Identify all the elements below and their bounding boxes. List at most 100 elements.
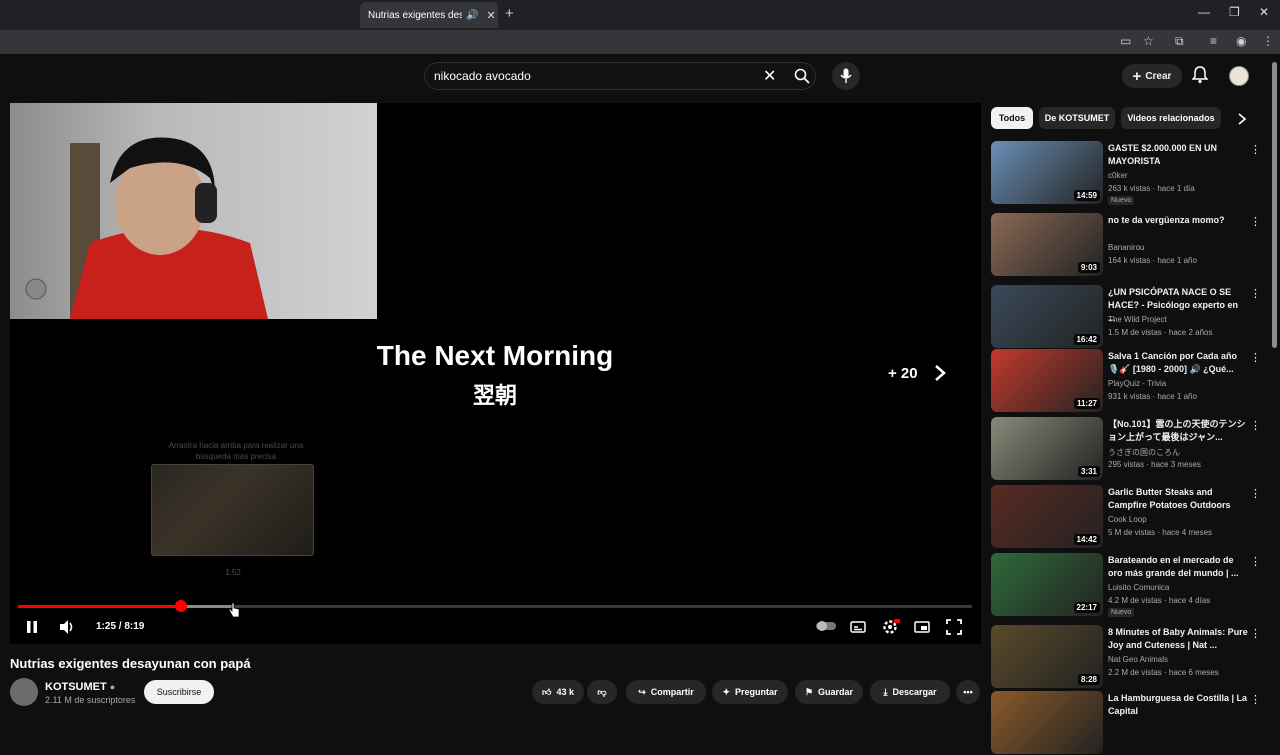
search-input[interactable]: nikocado avocado [434, 69, 531, 83]
save-button[interactable]: ⚑ Guardar [795, 680, 863, 704]
bookmark-star-icon[interactable]: ☆ [1143, 34, 1154, 48]
recommendation-title[interactable]: 【No.101】雲の上の天使のテンション上がって最後はジャン... [1108, 418, 1248, 444]
kebab-menu-icon[interactable]: ⋮ [1250, 287, 1261, 300]
kebab-menu-icon[interactable]: ⋮ [1250, 419, 1261, 432]
chip-videos-relacionados[interactable]: Videos relacionados [1121, 107, 1221, 129]
recommendation-meta: 263 k vistas · hace 1 día [1108, 184, 1195, 193]
recommendation-title[interactable]: La Hamburguesa de Costilla | La Capital [1108, 692, 1248, 718]
recommendation-card[interactable]: 16:42 ¿UN PSICÓPATA NACE O SE HACE? - Psi… [991, 285, 1261, 349]
restore-icon[interactable]: ❐ [1229, 5, 1240, 19]
channel-name[interactable]: KOTSUMET ● [45, 681, 115, 693]
video-duration: 22:17 [1073, 602, 1100, 613]
dislike-button[interactable]: 👎︎ [587, 680, 617, 704]
download-icon: ⤓ [883, 686, 888, 697]
fullscreen-icon[interactable] [945, 618, 963, 641]
video-duration: 3:31 [1077, 466, 1100, 477]
recommendation-title[interactable]: 8 Minutes of Baby Animals: Pure Joy and … [1108, 626, 1248, 652]
kebab-menu-icon[interactable]: ⋮ [1250, 555, 1261, 568]
kebab-menu-icon[interactable]: ⋮ [1250, 693, 1261, 706]
seek-preview-thumbnail [151, 464, 314, 556]
cast-icon[interactable]: ▭ [1120, 34, 1131, 48]
ask-button[interactable]: ✦ Preguntar [712, 680, 788, 704]
kebab-menu-icon[interactable]: ⋮ [1250, 627, 1261, 640]
recommendation-title[interactable]: no te da vergüenza momo? [1108, 214, 1248, 227]
recommendation-channel[interactable]: Bananirou [1108, 243, 1144, 252]
recommendation-title[interactable]: Salva 1 Canción por Cada año 🎙️🎸 [1980 -… [1108, 350, 1248, 376]
like-button[interactable]: 👍︎ 43 k [532, 680, 584, 704]
browser-menu-icon[interactable]: ⋮ [1262, 34, 1274, 48]
video-duration: 8:28 [1077, 674, 1100, 685]
media-control-icon[interactable]: ≡ [1210, 34, 1217, 48]
pause-button[interactable] [24, 618, 40, 641]
bookmark-icon: ⚑ [804, 686, 814, 697]
ask-label: Preguntar [735, 687, 778, 697]
tab-audio-icon[interactable]: 🔊 [466, 10, 478, 21]
chip-todos[interactable]: Todos [991, 107, 1033, 129]
notifications-bell-icon[interactable] [1191, 66, 1209, 89]
recommendation-channel[interactable]: PlayQuiz - Trivia [1108, 379, 1166, 388]
video-thumbnail[interactable] [991, 691, 1103, 754]
video-player[interactable] [10, 103, 981, 644]
recommendation-card[interactable]: La Hamburguesa de Costilla | La Capital ⋮ [991, 691, 1261, 755]
recommendation-card[interactable]: 9:03 no te da vergüenza momo? Bananirou 164… [991, 213, 1261, 277]
video-thumbnail[interactable]: 14:42 [991, 485, 1103, 548]
autoplay-toggle[interactable] [815, 619, 837, 638]
progress-scrubber[interactable] [175, 600, 187, 612]
recommendation-card[interactable]: 22:17 Barateando en el mercado de oro más… [991, 553, 1261, 617]
kebab-menu-icon[interactable]: ⋮ [1250, 351, 1261, 364]
kebab-menu-icon[interactable]: ⋮ [1250, 143, 1261, 156]
skip-forward-label[interactable]: + 20 [888, 365, 918, 382]
window-close-icon[interactable]: ✕ [1259, 5, 1269, 19]
video-thumbnail[interactable]: 8:28 [991, 625, 1103, 688]
kebab-menu-icon[interactable]: ⋮ [1250, 487, 1261, 500]
recommendation-title[interactable]: GASTE $2.000.000 EN UN MAYORISTA [1108, 142, 1248, 168]
video-thumbnail[interactable]: 14:59 [991, 141, 1103, 204]
recommendation-channel[interactable]: c0ker [1108, 171, 1128, 180]
recommendation-card[interactable]: 3:31 【No.101】雲の上の天使のテンション上がって最後はジャン... うさぎ… [991, 417, 1261, 481]
account-avatar[interactable] [1229, 66, 1249, 86]
page-scrollbar[interactable] [1272, 62, 1277, 348]
share-label: Compartir [650, 687, 694, 697]
kebab-menu-icon[interactable]: ⋮ [1250, 215, 1261, 228]
subtitles-icon[interactable] [849, 618, 867, 641]
profile-icon[interactable]: ◉ [1236, 34, 1246, 48]
recommendation-card[interactable]: 11:27 Salva 1 Canción por Cada año 🎙️🎸 [1… [991, 349, 1261, 413]
channel-avatar[interactable] [10, 678, 38, 706]
volume-button[interactable] [58, 618, 76, 641]
minimize-icon[interactable]: — [1198, 5, 1210, 19]
chips-next-chevron-icon[interactable] [1238, 112, 1247, 130]
recommendation-card[interactable]: 8:28 8 Minutes of Baby Animals: Pure Joy … [991, 625, 1261, 689]
recommendation-title[interactable]: Barateando en el mercado de oro más gran… [1108, 554, 1248, 580]
browser-tab[interactable]: Nutrias exigentes desayuna 🔊 ✕ [360, 2, 498, 28]
new-badge: Nuevo [1108, 196, 1135, 205]
chip-de-kotsumet[interactable]: De KOTSUMET [1039, 107, 1115, 129]
video-thumbnail[interactable]: 16:42 [991, 285, 1103, 348]
recommendation-channel[interactable]: The Wild Project [1108, 315, 1167, 324]
video-thumbnail[interactable]: 11:27 [991, 349, 1103, 412]
video-thumbnail[interactable]: 9:03 [991, 213, 1103, 276]
recommendation-title[interactable]: Garlic Butter Steaks and Campfire Potato… [1108, 486, 1248, 512]
video-thumbnail[interactable]: 22:17 [991, 553, 1103, 616]
extensions-icon[interactable]: ⧉ [1175, 34, 1184, 49]
chevron-right-icon[interactable] [934, 364, 946, 387]
recommendation-channel[interactable]: Nat Geo Animals [1108, 655, 1168, 664]
more-actions-button[interactable]: ••• [956, 680, 980, 704]
recommendation-card[interactable]: 14:42 Garlic Butter Steaks and Campfire P… [991, 485, 1261, 549]
video-thumbnail[interactable]: 3:31 [991, 417, 1103, 480]
share-button[interactable]: ↪ Compartir [626, 680, 706, 704]
recommendation-channel[interactable]: うさぎの国のころん [1108, 447, 1180, 458]
search-button[interactable] [786, 62, 818, 90]
seek-hint-text: Arrastra hacia arriba para realizar una … [168, 441, 304, 461]
miniplayer-icon[interactable] [913, 618, 931, 641]
recommendation-channel[interactable]: Cook Loop [1108, 515, 1147, 524]
new-tab-button[interactable]: + [505, 5, 514, 22]
subscribe-button[interactable]: Suscribirse [144, 680, 214, 704]
search-clear-icon[interactable]: ✕ [763, 66, 776, 86]
tab-close-icon[interactable]: ✕ [486, 9, 495, 22]
voice-search-button[interactable] [832, 62, 860, 90]
create-button[interactable]: + Crear [1122, 64, 1182, 88]
recommendation-channel[interactable]: Luisito Comunica [1108, 583, 1169, 592]
settings-gear-icon[interactable] [881, 618, 901, 641]
recommendation-card[interactable]: 14:59 GASTE $2.000.000 EN UN MAYORISTA c0k… [991, 141, 1261, 205]
download-button[interactable]: ⤓ Descargar [870, 680, 950, 704]
